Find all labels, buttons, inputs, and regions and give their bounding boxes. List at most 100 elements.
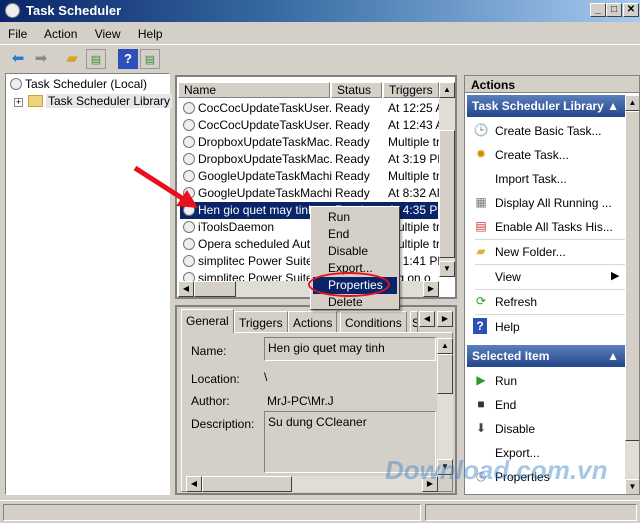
collapse-icon[interactable]: ▲ (607, 99, 619, 113)
status-bar (0, 500, 640, 523)
divider (475, 264, 625, 265)
scroll-up-button[interactable]: ▲ (625, 95, 639, 111)
disable-icon: ⬇ (475, 421, 487, 435)
scroll-thumb[interactable] (202, 476, 292, 492)
author-label: Author: (191, 394, 230, 408)
action-new-folder[interactable]: New Folder... (495, 245, 566, 259)
actions-scrollbar[interactable]: ▲ ▼ (625, 95, 639, 494)
scroll-down-button[interactable]: ▼ (625, 479, 639, 494)
show-hide-tree-icon[interactable]: ▤ (86, 49, 106, 69)
action-create-basic-task[interactable]: Create Basic Task... (495, 124, 602, 138)
scroll-thumb[interactable] (194, 281, 236, 297)
tab-general[interactable]: General (181, 309, 234, 333)
location-label: Location: (191, 372, 240, 386)
tree-label: Task Scheduler (Local) (25, 77, 148, 91)
action-display-all-running[interactable]: Display All Running ... (495, 196, 612, 210)
task-clock-icon (183, 238, 195, 250)
toolbar: ⬅ ➡ ▰ ▤ ? ▤ (0, 44, 640, 72)
task-clock-icon (183, 119, 195, 131)
context-end[interactable]: End (313, 226, 397, 243)
expand-icon[interactable]: + (14, 98, 23, 107)
vertical-scrollbar[interactable]: ▲ ▼ (439, 82, 455, 277)
section-selected-item[interactable]: Selected Item ▲ (467, 345, 625, 367)
menu-view[interactable]: View (95, 27, 121, 41)
scroll-down-button[interactable]: ▼ (439, 261, 455, 277)
tree-label: Task Scheduler Library (46, 94, 173, 108)
action-view[interactable]: View (495, 270, 521, 284)
run-icon: ▶ (476, 373, 486, 387)
scroll-thumb[interactable] (437, 354, 453, 394)
task-name: CocCocUpdateTaskUser... (198, 101, 333, 115)
menu-file[interactable]: File (8, 27, 27, 41)
task-name: DropboxUpdateTaskMac... (198, 152, 333, 166)
help-icon: ? (473, 318, 487, 334)
action-end[interactable]: End (495, 398, 516, 412)
section-title: Task Scheduler Library (472, 99, 604, 113)
context-disable[interactable]: Disable (313, 243, 397, 260)
clock-icon (10, 78, 22, 90)
task-status: Ready (335, 169, 370, 183)
scroll-left-button[interactable]: ◀ (178, 281, 194, 297)
task-status: Ready (335, 152, 370, 166)
task-name: GoogleUpdateTaskMachi... (198, 169, 333, 183)
action-import-task[interactable]: Import Task... (495, 172, 567, 186)
author-value: MrJ-PC\Mr.J (267, 394, 334, 408)
table-row[interactable]: DropboxUpdateTaskMac...Ready At 3:19 PM (180, 151, 440, 168)
minimize-button[interactable]: _ (590, 3, 606, 17)
tree-item-task-scheduler-library[interactable]: + Task Scheduler Library (14, 94, 173, 108)
tab-scroll-left-button[interactable]: ◀ (419, 311, 435, 327)
scroll-left-button[interactable]: ◀ (186, 476, 202, 492)
highlight-ellipse (308, 272, 390, 297)
name-field[interactable]: Hen gio quet may tinh (264, 337, 436, 361)
tab-settings[interactable]: S (410, 311, 418, 333)
tab-triggers[interactable]: Triggers (234, 311, 288, 333)
status-panel (425, 504, 637, 521)
table-row[interactable]: CocCocUpdateTaskUser... Ready At 12:43 A (180, 117, 440, 134)
red-pointer-arrow (133, 165, 198, 208)
task-triggers: At 12:25 A (388, 101, 440, 115)
tab-actions[interactable]: Actions (288, 311, 338, 333)
tab-scroll-right-button[interactable]: ▶ (437, 311, 453, 327)
action-enable-all-tasks-history[interactable]: Enable All Tasks His... (495, 220, 613, 234)
back-arrow-icon[interactable]: ⬅ (8, 49, 28, 69)
scroll-up-button[interactable]: ▲ (437, 338, 453, 354)
column-header-name[interactable]: Name (178, 82, 330, 98)
action-disable[interactable]: Disable (495, 422, 535, 436)
table-row[interactable]: GoogleUpdateTaskMachi...Ready At 8:32 AM (180, 185, 440, 202)
menu-action[interactable]: Action (44, 27, 77, 41)
help-icon[interactable]: ? (118, 49, 138, 69)
table-row[interactable]: CocCocUpdateTaskUser... Ready At 12:25 A (180, 100, 440, 117)
scroll-right-button[interactable]: ▶ (423, 281, 439, 297)
table-row[interactable]: DropboxUpdateTaskMac... Ready Multiple tri (180, 134, 440, 151)
forward-arrow-icon[interactable]: ➡ (31, 49, 51, 69)
table-row[interactable]: GoogleUpdateTaskMachi... Ready Multiple tr… (180, 168, 440, 185)
column-header-status[interactable]: Status (331, 82, 382, 98)
watermark: Download.com.vn (385, 455, 608, 485)
divider (475, 239, 625, 240)
close-button[interactable]: ✕ (623, 3, 639, 17)
context-run[interactable]: Run (313, 209, 397, 226)
navigation-tree: Task Scheduler (Local) + Task Scheduler L… (5, 73, 173, 495)
action-run[interactable]: Run (495, 374, 517, 388)
column-header-triggers[interactable]: Triggers (383, 82, 439, 98)
action-refresh[interactable]: Refresh (495, 295, 537, 309)
task-triggers: Multiple tri (388, 135, 440, 149)
tree-item-task-scheduler-local[interactable]: Task Scheduler (Local) (10, 77, 147, 91)
section-task-scheduler-library[interactable]: Task Scheduler Library ▲ (467, 95, 625, 117)
title-bar: Task Scheduler (0, 0, 640, 22)
task-name: Opera scheduled Autou (198, 237, 324, 251)
task-clock-icon (183, 102, 195, 114)
task-name: simplitec Power Suite (198, 254, 313, 268)
folder-up-icon[interactable]: ▰ (62, 49, 82, 69)
tab-conditions[interactable]: Conditions (340, 311, 407, 333)
scroll-up-button[interactable]: ▲ (439, 82, 455, 98)
collapse-icon[interactable]: ▲ (607, 349, 619, 363)
task-name: CocCocUpdateTaskUser... (198, 118, 333, 132)
action-help[interactable]: Help (495, 320, 520, 334)
show-hide-action-pane-icon[interactable]: ▤ (140, 49, 160, 69)
action-create-task[interactable]: Create Task... (495, 148, 569, 162)
scroll-thumb[interactable] (439, 130, 455, 258)
menu-help[interactable]: Help (138, 27, 163, 41)
scroll-thumb[interactable] (625, 111, 639, 441)
maximize-button[interactable]: □ (606, 3, 622, 17)
